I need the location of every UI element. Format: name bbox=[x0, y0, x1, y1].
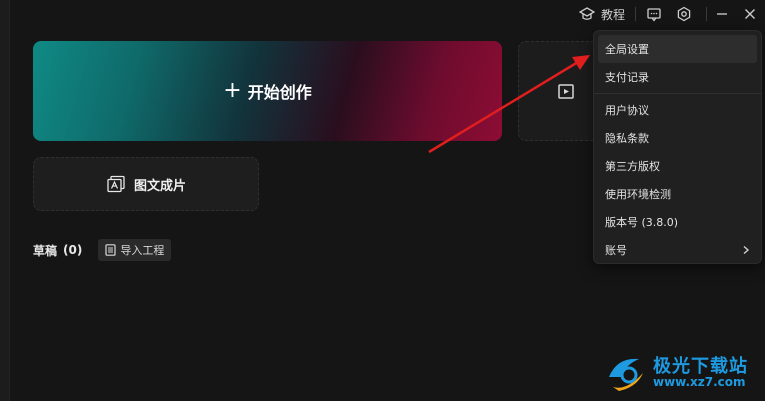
app-window: 教程 + 开始创作 图文成片 草稿 (0) 导入工程 全局设置 支付记录 用户协… bbox=[0, 0, 765, 401]
menu-divider bbox=[594, 93, 761, 94]
menu-item-label: 用户协议 bbox=[605, 104, 649, 117]
menu-item-third-party-copyright[interactable]: 第三方版权 bbox=[598, 152, 757, 180]
close-button[interactable] bbox=[743, 7, 757, 21]
menu-item-label: 支付记录 bbox=[605, 71, 649, 84]
start-create-label: 开始创作 bbox=[247, 83, 312, 102]
tutorial-label: 教程 bbox=[600, 7, 625, 22]
graduation-cap-icon bbox=[578, 6, 595, 22]
drafts-count: (0) bbox=[63, 243, 83, 257]
left-rail bbox=[0, 0, 10, 401]
settings-dropdown-menu: 全局设置 支付记录 用户协议 隐私条款 第三方版权 使用环境检测 版本号 (3.… bbox=[593, 30, 762, 264]
chevron-right-icon bbox=[742, 245, 750, 255]
drafts-title: 草稿 bbox=[33, 243, 58, 258]
menu-item-environment-check[interactable]: 使用环境检测 bbox=[598, 180, 757, 208]
document-icon bbox=[105, 244, 116, 256]
close-icon bbox=[743, 7, 757, 21]
minimize-button[interactable] bbox=[715, 7, 729, 21]
text-image-icon bbox=[106, 175, 126, 193]
text-to-video-card[interactable]: 图文成片 bbox=[33, 157, 259, 211]
menu-item-label: 账号 bbox=[605, 244, 627, 257]
menu-item-label: 第三方版权 bbox=[605, 160, 660, 173]
settings-hexagon-icon bbox=[676, 6, 692, 22]
menu-item-label: 版本号 (3.8.0) bbox=[605, 216, 679, 229]
menu-item-label: 隐私条款 bbox=[605, 132, 649, 145]
titlebar-actions: 教程 bbox=[578, 0, 765, 28]
menu-item-payment-records[interactable]: 支付记录 bbox=[598, 63, 757, 91]
watermark: 极光下载站 www.xz7.com bbox=[603, 347, 763, 399]
start-create-card[interactable]: + 开始创作 bbox=[33, 41, 502, 141]
plus-icon: + bbox=[223, 78, 242, 103]
feedback-button[interactable] bbox=[646, 6, 662, 22]
settings-button[interactable] bbox=[676, 6, 692, 22]
clapperboard-icon bbox=[557, 82, 575, 100]
aurora-logo-icon bbox=[603, 351, 649, 395]
menu-item-user-agreement[interactable]: 用户协议 bbox=[598, 96, 757, 124]
watermark-url: www.xz7.com bbox=[653, 375, 746, 390]
drafts-header: 草稿 (0) 导入工程 bbox=[33, 238, 172, 262]
menu-item-version[interactable]: 版本号 (3.8.0) bbox=[598, 208, 757, 236]
minimize-icon bbox=[715, 7, 729, 21]
import-project-button[interactable]: 导入工程 bbox=[98, 239, 172, 261]
watermark-title: 极光下载站 bbox=[653, 355, 748, 377]
titlebar-separator bbox=[635, 7, 636, 21]
message-icon bbox=[646, 6, 662, 22]
import-project-label: 导入工程 bbox=[120, 244, 165, 257]
menu-item-privacy-terms[interactable]: 隐私条款 bbox=[598, 124, 757, 152]
menu-item-label: 使用环境检测 bbox=[605, 188, 671, 201]
text-to-video-label: 图文成片 bbox=[133, 178, 186, 194]
menu-item-label: 全局设置 bbox=[605, 43, 649, 56]
menu-item-account[interactable]: 账号 bbox=[598, 236, 757, 264]
titlebar-separator-2 bbox=[706, 7, 707, 21]
watermark-text: 极光下载站 www.xz7.com bbox=[653, 355, 748, 390]
tutorial-button[interactable]: 教程 bbox=[578, 6, 625, 23]
menu-item-global-settings[interactable]: 全局设置 bbox=[598, 35, 757, 63]
